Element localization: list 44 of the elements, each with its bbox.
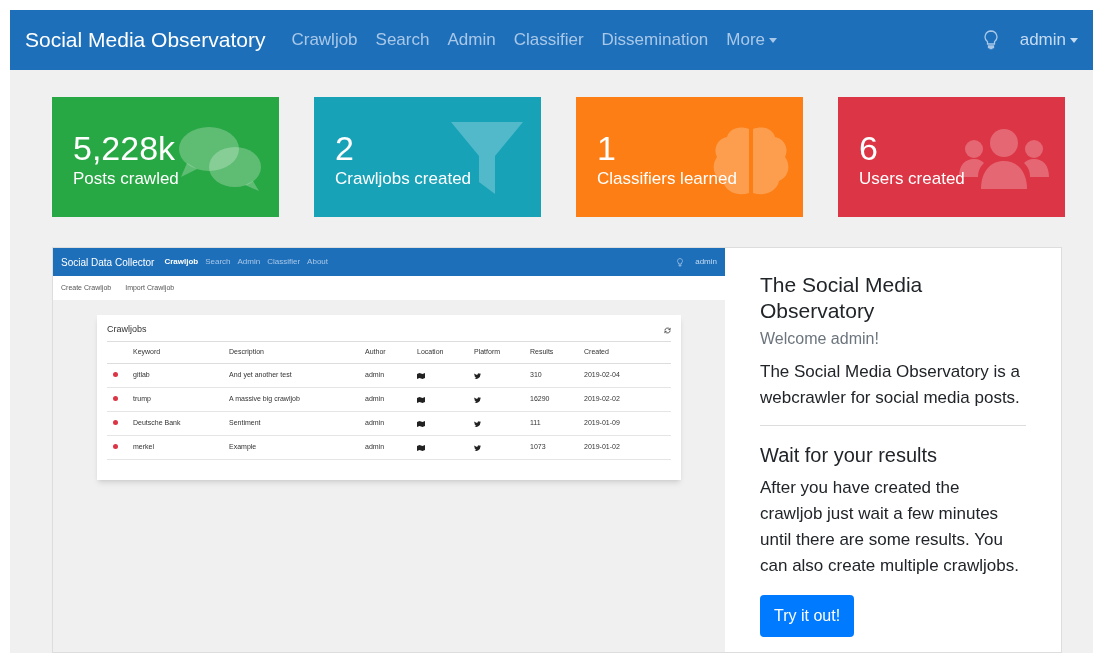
preview-nav-link[interactable]: Classifier (267, 256, 301, 268)
stat-value: 1 (597, 129, 616, 167)
nav-link[interactable]: Admin (447, 27, 496, 53)
bird-icon (474, 396, 481, 403)
preview-user-menu: admin (695, 256, 717, 268)
card-title: Crawljobs (107, 323, 147, 337)
map-icon (417, 444, 425, 451)
map-icon (417, 396, 425, 403)
stat-label: Classifiers learned (597, 168, 737, 190)
user-menu[interactable]: admin (1019, 27, 1078, 53)
stat-label: Users created (859, 168, 965, 190)
stat-label: Posts crawled (73, 168, 179, 190)
lightbulb-icon (677, 257, 684, 267)
nav-link[interactable]: Dissemination (601, 27, 709, 53)
welcome-text: Welcome admin! (760, 329, 880, 349)
preview-nav-link[interactable]: Crawljob (164, 256, 199, 268)
lightbulb-icon[interactable] (983, 30, 998, 50)
caret-icon (769, 37, 778, 43)
stat-value: 2 (335, 129, 354, 167)
preview-nav-link[interactable]: About (307, 256, 328, 268)
map-icon (417, 372, 425, 379)
stat-value: 6 (859, 129, 878, 167)
chat-bubbles-icon (179, 125, 261, 191)
nav-link[interactable]: Classifier (513, 27, 584, 53)
nav-link[interactable]: Crawljob (291, 27, 358, 53)
stat-value: 5,228k (73, 129, 176, 167)
bird-icon (474, 420, 481, 427)
section-heading: Wait for your results (760, 443, 939, 468)
preview-nav-link[interactable]: Admin (237, 256, 261, 268)
bird-icon (474, 444, 481, 451)
bird-icon (474, 372, 481, 379)
intro-text: The Social Media Observatory is a webcrawler for social media posts. (760, 361, 1021, 409)
preview-nav-link[interactable]: Search (205, 256, 231, 268)
brand-title[interactable]: Social Media Observatory (25, 24, 266, 56)
info-title: The Social Media Observatory (760, 272, 924, 324)
caret-icon (1070, 37, 1078, 43)
refresh-icon (664, 326, 671, 334)
nav-dropdown[interactable]: More (726, 27, 778, 53)
map-icon (417, 420, 425, 427)
nav-link[interactable]: Search (375, 27, 430, 53)
body-text: After you have created the crawljob just wait a few minutes until there are some results. You can also create multiple crawljobs. (760, 477, 1020, 577)
stat-label: Crawljobs created (335, 168, 472, 190)
try-button[interactable]: Try it out! (760, 595, 855, 637)
preview-brand: Social Data Collector (61, 255, 155, 270)
